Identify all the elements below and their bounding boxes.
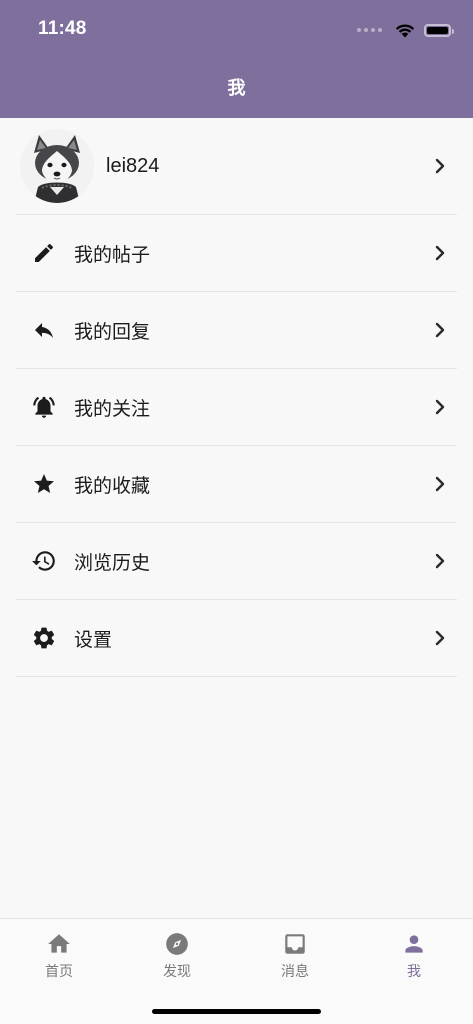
menu-item-browsing-history[interactable]: 浏览历史 (16, 523, 457, 600)
wifi-icon (395, 24, 415, 38)
menu-item-label: 我的帖子 (74, 243, 151, 266)
chevron-right-icon (435, 399, 445, 415)
history-icon (30, 547, 58, 575)
menu-item-label: 我的关注 (74, 397, 151, 420)
reply-icon (30, 316, 58, 344)
menu-item-my-follows[interactable]: 我的关注 (16, 369, 457, 446)
tab-label: 我 (407, 964, 421, 980)
tab-home[interactable]: 首页 (0, 931, 118, 981)
menu-item-my-replies[interactable]: 我的回复 (16, 292, 457, 369)
menu-item-label: 浏览历史 (74, 551, 151, 574)
compass-icon (166, 933, 188, 955)
status-icons (357, 20, 454, 40)
menu-item-label: 我的回复 (74, 320, 151, 343)
chevron-right-icon (435, 245, 445, 261)
inbox-icon (285, 934, 305, 954)
chevron-right-icon (435, 322, 445, 338)
chevron-right-icon (435, 476, 445, 492)
bottom-tab-bar: 首页 发现 消息 我 (0, 918, 473, 1024)
menu-item-label: 我的收藏 (74, 474, 151, 497)
gear-icon (30, 624, 58, 652)
profile-menu: lei824 我的帖子 我的回复 我的关注 我的收藏 浏览历史 设置 (0, 118, 473, 677)
person-icon (405, 935, 423, 953)
tab-discover[interactable]: 发现 (118, 931, 236, 981)
cellular-signal-icon (357, 28, 382, 32)
home-icon (48, 934, 70, 953)
chevron-right-icon (435, 158, 445, 174)
menu-item-my-favorites[interactable]: 我的收藏 (16, 446, 457, 523)
star-icon (30, 470, 58, 498)
menu-item-label: 设置 (74, 628, 113, 651)
avatar[interactable] (20, 129, 94, 203)
tab-me[interactable]: 我 (355, 931, 473, 981)
status-bar: 11:48 (0, 0, 473, 60)
tab-label: 发现 (163, 964, 191, 980)
tab-label: 消息 (281, 964, 309, 980)
app-header: 11:48 我 (0, 0, 473, 118)
pencil-icon (30, 239, 58, 267)
tab-messages[interactable]: 消息 (236, 931, 354, 981)
husky-avatar-image (20, 129, 94, 203)
home-indicator (152, 1009, 321, 1014)
page-title: 我 (227, 78, 246, 99)
menu-item-settings[interactable]: 设置 (16, 600, 457, 677)
chevron-right-icon (435, 553, 445, 569)
chevron-right-icon (435, 630, 445, 646)
menu-item-my-posts[interactable]: 我的帖子 (16, 215, 457, 292)
bell-icon (30, 393, 58, 421)
status-time: 11:48 (38, 18, 87, 39)
profile-row[interactable]: lei824 (16, 118, 457, 215)
tab-label: 首页 (45, 964, 73, 980)
battery-icon (424, 23, 454, 37)
username[interactable]: lei824 (106, 155, 159, 178)
